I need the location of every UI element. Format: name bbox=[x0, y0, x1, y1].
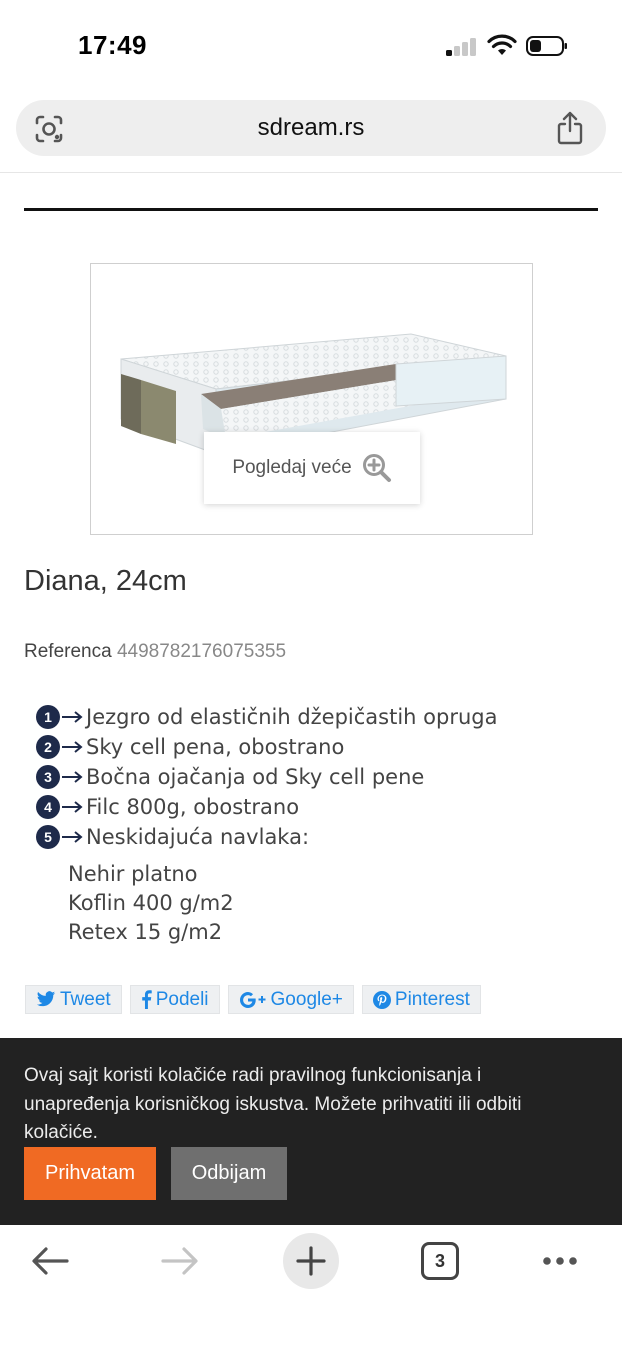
facebook-label: Podeli bbox=[155, 988, 209, 1010]
facebook-share-button[interactable]: Podeli bbox=[129, 985, 220, 1014]
address-bar[interactable]: sdream.rs bbox=[16, 100, 606, 156]
arrow-right-icon bbox=[62, 771, 83, 783]
wifi-icon bbox=[487, 34, 517, 55]
arrow-right-icon bbox=[62, 831, 83, 843]
pinterest-share-button[interactable]: Pinterest bbox=[361, 985, 481, 1014]
browser-toolbar: 3 bbox=[0, 1225, 622, 1348]
google-plus-label: Google+ bbox=[270, 988, 343, 1010]
more-icon bbox=[543, 1257, 577, 1265]
google-plus-share-button[interactable]: Google+ bbox=[227, 985, 354, 1014]
feature-text: Neskidajuća navlaka: bbox=[86, 825, 310, 849]
cookie-banner: Ovaj sajt koristi kolačiće radi pravilno… bbox=[0, 1038, 622, 1225]
cover-material-item: Retex 15 g/m2 bbox=[68, 920, 223, 944]
forward-arrow-icon bbox=[161, 1247, 198, 1275]
view-larger-label: Pogledaj veće bbox=[232, 457, 352, 478]
product-reference: Referenca 4498782176075355 bbox=[24, 641, 286, 663]
twitter-icon bbox=[36, 991, 56, 1007]
cover-material-item: Koflin 400 g/m2 bbox=[68, 891, 234, 915]
forward-button[interactable] bbox=[152, 1233, 208, 1289]
address-bar-divider bbox=[0, 172, 622, 173]
cover-material-item: Nehir platno bbox=[68, 862, 198, 886]
feature-item: 5 Neskidajuća navlaka: bbox=[36, 822, 498, 852]
tabs-icon: 3 bbox=[421, 1242, 459, 1280]
feature-item: 2 Sky cell pena, obostrano bbox=[36, 732, 498, 762]
new-tab-button[interactable] bbox=[283, 1233, 339, 1289]
reference-value: 4498782176075355 bbox=[116, 641, 287, 662]
plus-icon bbox=[296, 1246, 326, 1276]
feature-text: Jezgro od elastičnih džepičastih opruga bbox=[86, 705, 498, 729]
feature-item: 3 Bočna ojačanja od Sky cell pene bbox=[36, 762, 498, 792]
accept-cookies-button[interactable]: Prihvatam bbox=[24, 1147, 156, 1200]
facebook-icon bbox=[141, 990, 152, 1009]
tab-count: 3 bbox=[421, 1242, 459, 1280]
product-image[interactable]: Pogledaj veće bbox=[90, 263, 533, 535]
feature-text: Filc 800g, obostrano bbox=[86, 795, 300, 819]
feature-number-badge: 3 bbox=[36, 765, 60, 789]
feature-text: Sky cell pena, obostrano bbox=[86, 735, 345, 759]
reject-cookies-button[interactable]: Odbijam bbox=[171, 1147, 287, 1200]
product-title: Diana, 24cm bbox=[24, 565, 187, 597]
feature-text: Bočna ojačanja od Sky cell pene bbox=[86, 765, 425, 789]
cover-material-list: Nehir platno Koflin 400 g/m2 Retex 15 g/… bbox=[68, 860, 234, 947]
url-text[interactable]: sdream.rs bbox=[16, 114, 606, 142]
zoom-in-icon bbox=[362, 454, 391, 482]
pinterest-label: Pinterest bbox=[394, 988, 470, 1010]
feature-number-badge: 5 bbox=[36, 825, 60, 849]
social-share-row: Tweet Podeli Google+ Pinterest bbox=[25, 985, 481, 1014]
back-arrow-icon bbox=[32, 1247, 69, 1275]
feature-number-badge: 4 bbox=[36, 795, 60, 819]
arrow-right-icon bbox=[62, 801, 83, 813]
tabs-button[interactable]: 3 bbox=[412, 1233, 468, 1289]
status-time: 17:49 bbox=[78, 30, 147, 60]
more-button[interactable] bbox=[532, 1233, 588, 1289]
feature-number-badge: 1 bbox=[36, 705, 60, 729]
status-bar: 17:49 bbox=[0, 0, 622, 92]
feature-item: 1 Jezgro od elastičnih džepičastih oprug… bbox=[36, 702, 498, 732]
arrow-right-icon bbox=[62, 711, 83, 723]
tweet-button[interactable]: Tweet bbox=[25, 985, 122, 1014]
view-larger-button[interactable]: Pogledaj veće bbox=[204, 432, 420, 504]
google-plus-icon bbox=[239, 991, 266, 1008]
battery-icon bbox=[526, 36, 567, 56]
feature-item: 4 Filc 800g, obostrano bbox=[36, 792, 498, 822]
feature-list: 1 Jezgro od elastičnih džepičastih oprug… bbox=[36, 702, 498, 852]
share-icon[interactable] bbox=[556, 111, 584, 145]
back-button[interactable] bbox=[22, 1233, 78, 1289]
pinterest-icon bbox=[372, 990, 391, 1009]
feature-number-badge: 2 bbox=[36, 735, 60, 759]
cookie-message: Ovaj sajt koristi kolačiće radi pravilno… bbox=[24, 1065, 522, 1143]
arrow-right-icon bbox=[62, 741, 83, 753]
signal-icon bbox=[446, 38, 478, 56]
reference-label: Referenca bbox=[24, 641, 112, 662]
tweet-label: Tweet bbox=[60, 988, 111, 1010]
page-rule bbox=[24, 208, 598, 211]
